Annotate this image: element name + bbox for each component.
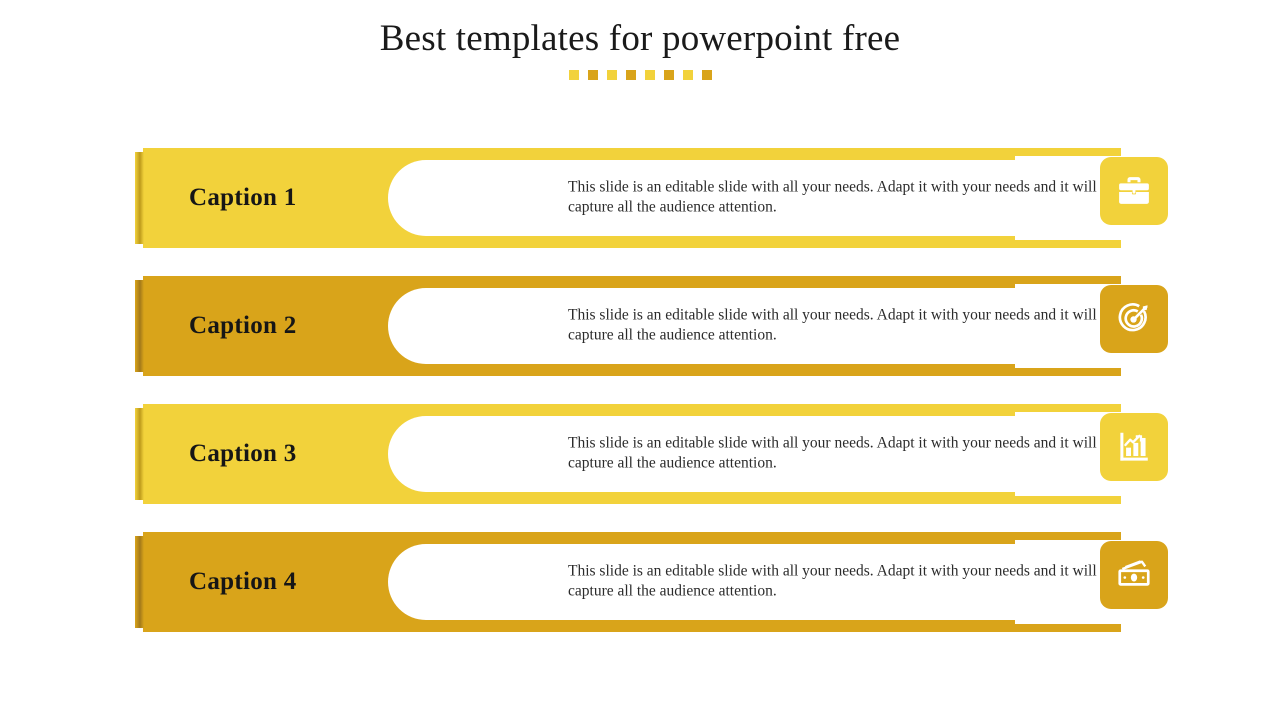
page-title: Best templates for powerpoint free: [379, 18, 901, 59]
decor-square: [663, 69, 674, 80]
body-card: This slide is an editable slide with all…: [388, 544, 1193, 620]
caption-rows-container: Caption 1 This slide is an editable slid…: [0, 148, 1280, 632]
caption-label: Caption 2: [189, 312, 297, 339]
icon-tile[interactable]: [1100, 157, 1168, 225]
caption-label: Caption 4: [189, 568, 297, 595]
money-cash-icon: [1115, 556, 1153, 594]
icon-tile[interactable]: [1100, 285, 1168, 353]
icon-tile[interactable]: [1100, 413, 1168, 481]
decorative-squares: [0, 69, 1280, 80]
decor-square: [568, 69, 579, 80]
decor-square: [587, 69, 598, 80]
title-block: Best templates for powerpoint free: [0, 18, 1280, 80]
decor-square: [644, 69, 655, 80]
body-card: This slide is an editable slide with all…: [388, 288, 1193, 364]
icon-tile[interactable]: [1100, 541, 1168, 609]
decor-square: [682, 69, 693, 80]
briefcase-icon: [1115, 172, 1153, 210]
caption-row[interactable]: Caption 2 This slide is an editable slid…: [135, 276, 1193, 376]
body-text: This slide is an editable slide with all…: [568, 562, 1097, 600]
slab-left-edge: [135, 408, 144, 500]
slab-left-edge: [135, 536, 144, 628]
body-text: This slide is an editable slide with all…: [568, 306, 1097, 344]
caption-row[interactable]: Caption 4 This slide is an editable slid…: [135, 532, 1193, 632]
decor-square: [701, 69, 712, 80]
slab-left-edge: [135, 280, 144, 372]
body-card: This slide is an editable slide with all…: [388, 416, 1193, 492]
decor-square: [606, 69, 617, 80]
body-card: This slide is an editable slide with all…: [388, 160, 1193, 236]
caption-row[interactable]: Caption 1 This slide is an editable slid…: [135, 148, 1193, 248]
body-text: This slide is an editable slide with all…: [568, 434, 1097, 472]
decor-square: [625, 69, 636, 80]
caption-label: Caption 1: [189, 184, 297, 211]
slab-left-edge: [135, 152, 144, 244]
body-text: This slide is an editable slide with all…: [568, 178, 1097, 216]
caption-row[interactable]: Caption 3 This slide is an editable slid…: [135, 404, 1193, 504]
target-arrow-icon: [1115, 300, 1153, 338]
bar-chart-growth-icon: [1115, 428, 1153, 466]
caption-label: Caption 3: [189, 440, 297, 467]
